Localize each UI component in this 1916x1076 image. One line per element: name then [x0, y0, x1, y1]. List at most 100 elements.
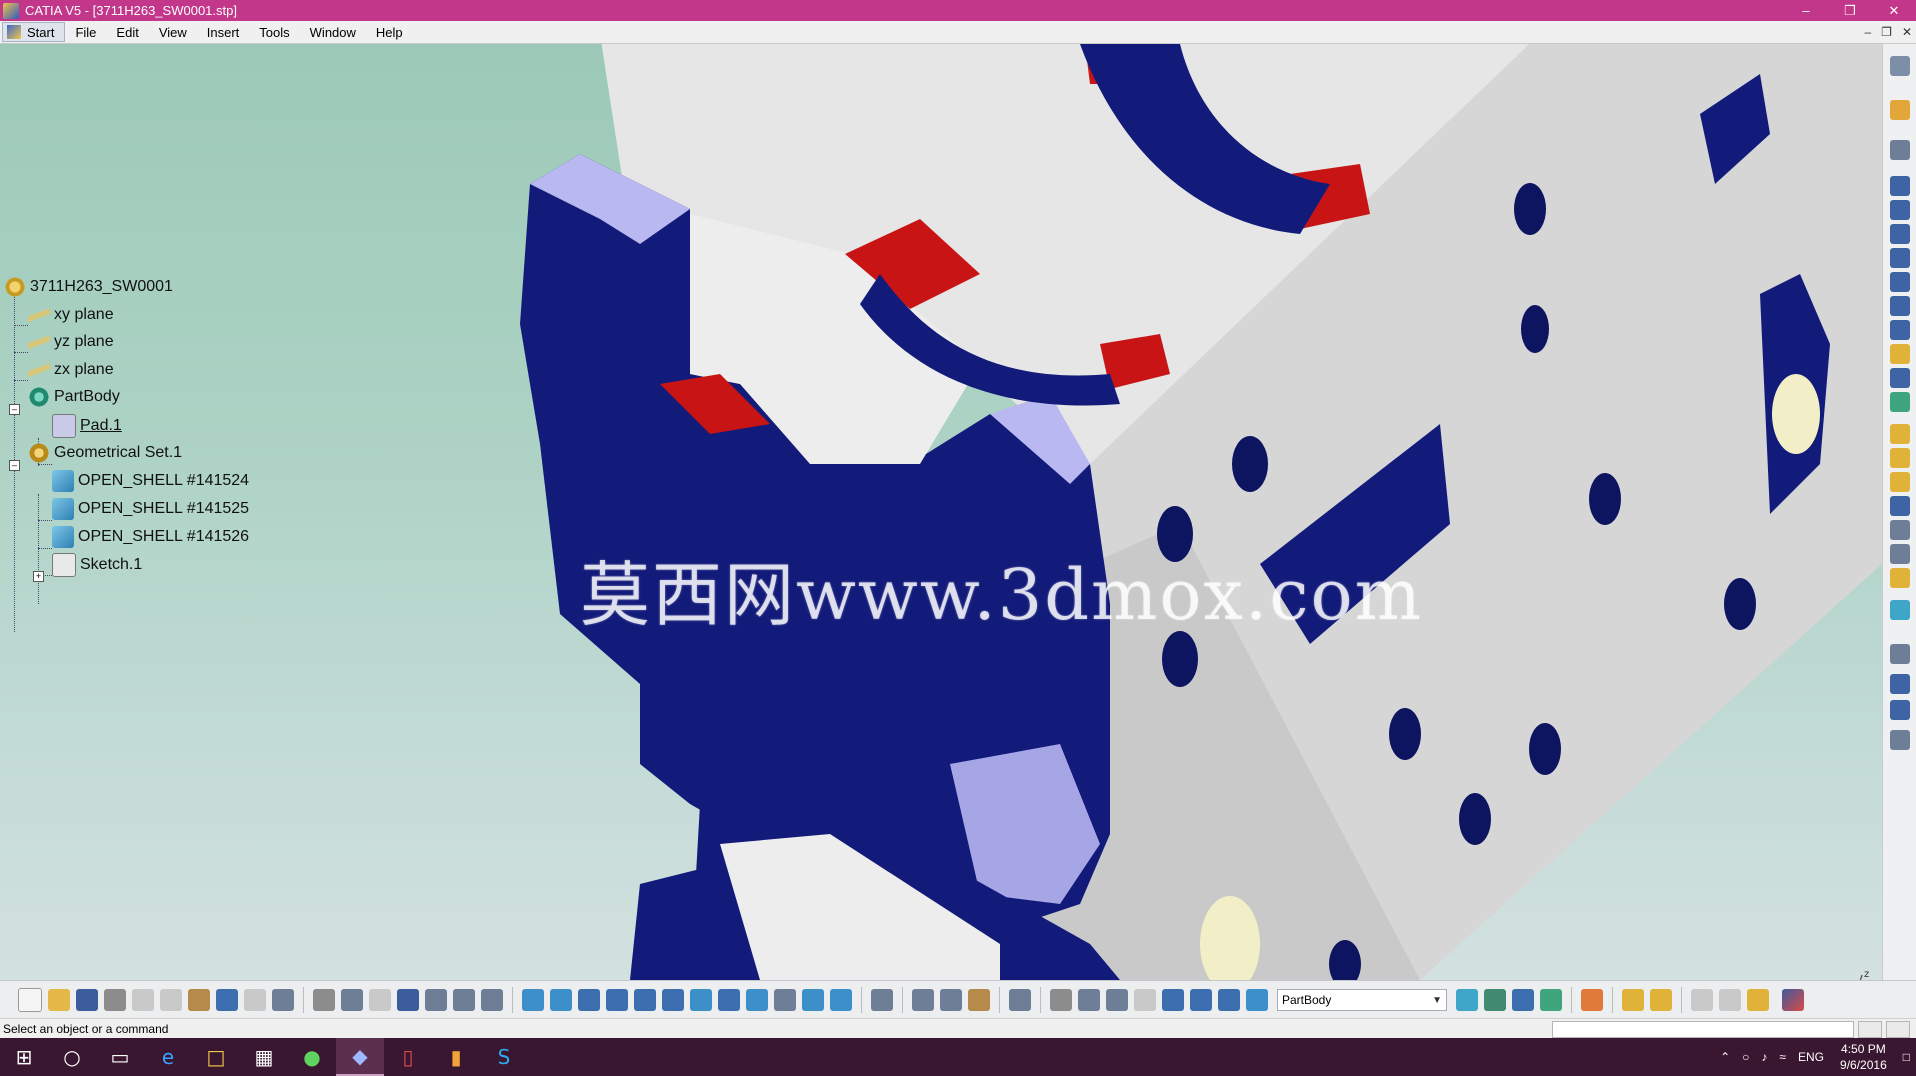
redo-icon[interactable] [244, 989, 266, 1011]
doc-close-icon[interactable]: ✕ [1902, 25, 1912, 39]
sweep-icon[interactable] [1540, 989, 1562, 1011]
design-table-icon[interactable] [397, 989, 419, 1011]
volume-icon[interactable]: ♪ [1761, 1050, 1767, 1064]
orange-app-icon[interactable]: ▮ [432, 1038, 480, 1076]
engine-block-model[interactable] [0, 44, 1882, 980]
shading-icon[interactable] [774, 989, 796, 1011]
file-explorer-icon[interactable]: □ [192, 1038, 240, 1076]
sketcher-icon[interactable] [1890, 56, 1910, 76]
command-input[interactable] [1552, 1021, 1854, 1038]
task-view-icon[interactable]: ▭ [96, 1038, 144, 1076]
pdf-reader-icon[interactable]: ▯ [384, 1038, 432, 1076]
normal-view-icon[interactable] [690, 989, 712, 1011]
tree-item-partbody[interactable]: PartBody [28, 386, 120, 408]
line-icon[interactable] [1719, 989, 1741, 1011]
thread-icon[interactable] [1890, 520, 1910, 540]
slot-icon[interactable] [1890, 320, 1910, 340]
material-icon[interactable] [1581, 989, 1603, 1011]
analysis-icon[interactable] [1622, 989, 1644, 1011]
pocket-icon[interactable] [1890, 200, 1910, 220]
tree-item-sketch-1[interactable]: Sketch.1 [52, 553, 142, 577]
status-button[interactable] [1886, 1021, 1910, 1038]
cut-icon[interactable] [132, 989, 154, 1011]
menu-insert[interactable]: Insert [197, 21, 250, 43]
shaft-icon[interactable] [1890, 224, 1910, 244]
menu-start[interactable]: Start [2, 22, 66, 42]
show-hidden-icons-icon[interactable]: ⌃ [1720, 1050, 1730, 1064]
tree-item-open-shell-141526[interactable]: OPEN_SHELL #141526 [52, 526, 249, 548]
law-icon[interactable] [425, 989, 447, 1011]
tree-item-open-shell-141524[interactable]: OPEN_SHELL #141524 [52, 470, 249, 492]
new-document-icon[interactable] [18, 988, 42, 1012]
restore-icon[interactable]: ❐ [1828, 0, 1872, 21]
green-app-icon[interactable]: ● [288, 1038, 336, 1076]
split-icon[interactable] [1890, 568, 1910, 588]
insert-body-icon[interactable] [1456, 989, 1478, 1011]
open-folder-icon[interactable] [48, 989, 70, 1011]
current-body-select[interactable]: PartBody ▼ [1277, 989, 1447, 1011]
close-icon[interactable]: ✕ [1872, 0, 1916, 21]
chamfer-icon[interactable] [1890, 424, 1910, 444]
thickness-icon[interactable] [1890, 496, 1910, 516]
status-button[interactable] [1858, 1021, 1882, 1038]
print-icon[interactable] [104, 989, 126, 1011]
anchor-icon[interactable] [968, 989, 990, 1011]
axis-system-icon[interactable] [1106, 989, 1128, 1011]
zoom-in-icon[interactable] [634, 989, 656, 1011]
pad-icon[interactable] [1890, 176, 1910, 196]
menu-edit[interactable]: Edit [106, 21, 148, 43]
plane-tool-icon[interactable] [1747, 989, 1769, 1011]
copy-icon[interactable] [160, 989, 182, 1011]
remove-face-icon[interactable] [1890, 544, 1910, 564]
swap-visible-space-icon[interactable] [830, 989, 852, 1011]
point-icon[interactable] [1691, 989, 1713, 1011]
pan-icon[interactable] [578, 989, 600, 1011]
skype-icon[interactable]: S [480, 1038, 528, 1076]
scaling-icon[interactable] [1890, 730, 1910, 750]
loft-icon[interactable] [1890, 368, 1910, 388]
translate-icon[interactable] [1890, 644, 1910, 664]
menu-window[interactable]: Window [300, 21, 366, 43]
edge-browser-icon[interactable]: e [144, 1038, 192, 1076]
update-icon[interactable] [871, 989, 893, 1011]
tree-item-geometrical-set[interactable]: Geometrical Set.1 [28, 442, 182, 464]
measure-icon[interactable] [481, 989, 503, 1011]
comment-icon[interactable] [341, 989, 363, 1011]
draft-icon[interactable] [1890, 448, 1910, 468]
expand-sketch-icon[interactable]: + [33, 571, 44, 582]
undo-icon[interactable] [216, 989, 238, 1011]
catalog-icon[interactable] [453, 989, 475, 1011]
constraint-icon[interactable] [912, 989, 934, 1011]
shell-icon[interactable] [1890, 472, 1910, 492]
rib-icon[interactable] [1890, 296, 1910, 316]
knowledge-icon[interactable] [369, 989, 391, 1011]
define-in-work-object-icon[interactable] [1246, 989, 1268, 1011]
draft-analysis-icon[interactable] [1650, 989, 1672, 1011]
doc-restore-icon[interactable]: ❐ [1881, 25, 1892, 39]
hole-icon[interactable] [1890, 272, 1910, 292]
menu-help[interactable]: Help [366, 21, 413, 43]
tree-item-zx-plane[interactable]: zx plane [28, 359, 114, 381]
grab-icon[interactable] [1078, 989, 1100, 1011]
pattern-icon[interactable] [1890, 700, 1910, 720]
fit-all-icon[interactable] [550, 989, 572, 1011]
edge-fillet-icon[interactable] [1890, 392, 1910, 412]
stiffener-icon[interactable] [1890, 344, 1910, 364]
minimize-icon[interactable]: – [1784, 0, 1828, 21]
tree-item-yz-plane[interactable]: yz plane [28, 331, 114, 353]
language-indicator[interactable]: ENG [1798, 1050, 1824, 1064]
wifi-icon[interactable]: ≈ [1779, 1050, 1786, 1064]
collapse-geometrical-set-icon[interactable]: – [9, 460, 20, 471]
paste-icon[interactable] [188, 989, 210, 1011]
whats-this-icon[interactable] [272, 989, 294, 1011]
network-icon[interactable]: ○ [1742, 1050, 1749, 1064]
collapse-partbody-icon[interactable]: – [9, 404, 20, 415]
windows-start-icon[interactable]: ⊞ [0, 1038, 48, 1076]
capture-camera-icon[interactable] [1009, 989, 1031, 1011]
catia-taskbar-icon[interactable]: ◆ [336, 1038, 384, 1076]
tree-root-part[interactable]: 3711H263_SW0001 [4, 276, 173, 298]
multi-view-icon[interactable] [718, 989, 740, 1011]
menu-tools[interactable]: Tools [249, 21, 299, 43]
hide-show-icon[interactable] [802, 989, 824, 1011]
list-icon[interactable] [1218, 989, 1240, 1011]
